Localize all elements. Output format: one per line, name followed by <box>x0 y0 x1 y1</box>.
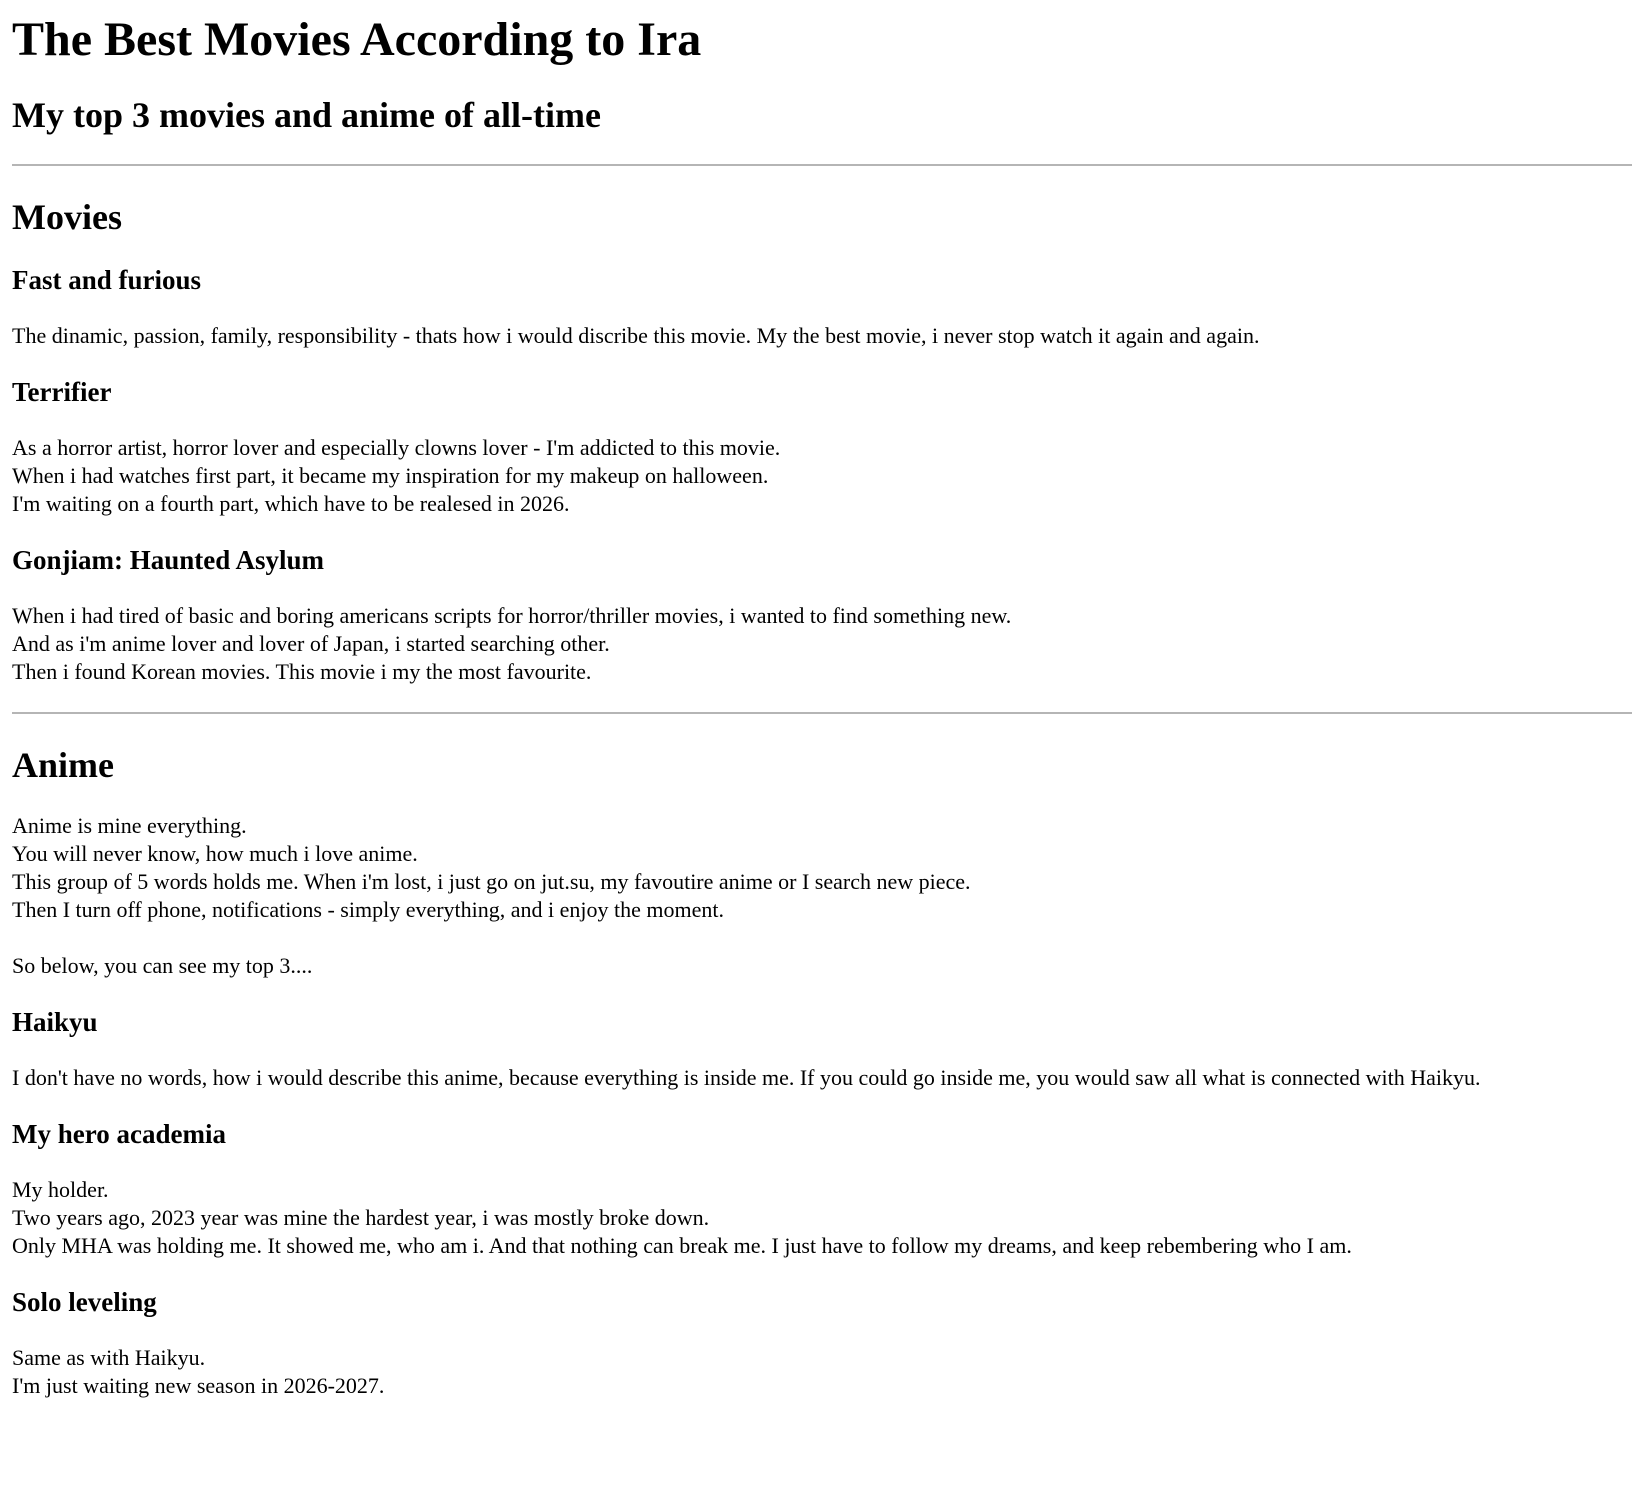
anime-description: I don't have no words, how i would descr… <box>12 1065 1481 1090</box>
page-title: The Best Movies According to Ira <box>12 13 702 66</box>
movie-title: Fast and furious <box>12 265 202 295</box>
page-content: The Best Movies According to Ira My top … <box>0 12 1632 1400</box>
movies-section: Movies Fast and furious The dinamic, pas… <box>12 196 1632 686</box>
movie-description: The dinamic, passion, family, responsibi… <box>12 323 1260 348</box>
movie-title: Terrifier <box>12 377 112 407</box>
movie-description: As a horror artist, horror lover and esp… <box>12 435 781 516</box>
movie-description: When i had tired of basic and boring ame… <box>12 603 1012 684</box>
section-divider <box>12 164 1632 166</box>
anime-description: Same as with Haikyu. I'm just waiting ne… <box>12 1345 385 1398</box>
anime-intro: Anime is mine everything. You will never… <box>12 813 971 922</box>
anime-section: Anime Anime is mine everything. You will… <box>12 744 1632 1400</box>
anime-description: My holder. Two years ago, 2023 year was … <box>12 1177 1352 1258</box>
page-subtitle: My top 3 movies and anime of all-time <box>12 95 601 135</box>
anime-lead: So below, you can see my top 3.... <box>12 953 313 978</box>
movie-title: Gonjiam: Haunted Asylum <box>12 545 325 575</box>
movies-heading: Movies <box>12 197 122 237</box>
anime-title: My hero academia <box>12 1119 226 1149</box>
section-divider <box>12 712 1632 714</box>
anime-title: Solo leveling <box>12 1287 157 1317</box>
anime-title: Haikyu <box>12 1007 98 1037</box>
anime-heading: Anime <box>12 745 114 785</box>
